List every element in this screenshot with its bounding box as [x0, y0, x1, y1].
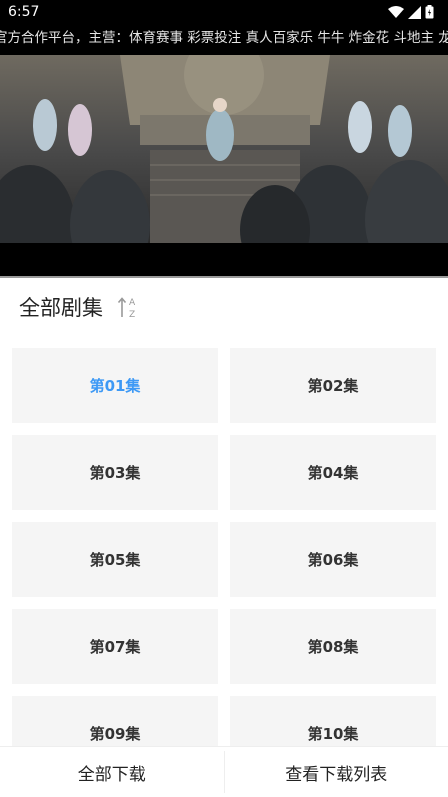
- marquee-text: 官方合作平台，主营：体育赛事 彩票投注 真人百家乐 牛牛 炸金花 斗地主 龙虎: [0, 27, 448, 49]
- download-all-button[interactable]: 全部下载: [0, 747, 224, 797]
- video-frame: [0, 55, 448, 243]
- wifi-icon: [388, 6, 404, 19]
- cellular-signal-icon: [408, 6, 421, 19]
- episode-item[interactable]: 第09集: [12, 696, 218, 746]
- episode-grid: 第01集 第02集 第03集 第04集 第05集 第06集 第07集 第08集 …: [12, 348, 436, 746]
- video-header: 6:57 官方合作平台，主营：体育赛事 彩票投注 真人百家乐 牛牛 炸金花 斗地…: [0, 0, 448, 278]
- episode-item[interactable]: 第02集: [230, 348, 436, 423]
- episode-item[interactable]: 第08集: [230, 609, 436, 684]
- video-player[interactable]: [0, 55, 448, 243]
- battery-icon: [425, 5, 434, 19]
- status-time: 6:57: [8, 4, 39, 20]
- episode-item[interactable]: 第04集: [230, 435, 436, 510]
- video-bottom-divider: [0, 276, 448, 278]
- episodes-title: 全部剧集: [19, 292, 103, 322]
- sort-az-icon[interactable]: A Z: [117, 295, 139, 319]
- episode-item[interactable]: 第05集: [12, 522, 218, 597]
- view-download-list-button[interactable]: 查看下载列表: [225, 747, 448, 797]
- status-bar: 6:57: [0, 0, 448, 26]
- episode-item[interactable]: 第07集: [12, 609, 218, 684]
- status-icons: [388, 5, 434, 19]
- svg-text:Z: Z: [129, 310, 135, 319]
- episode-item[interactable]: 第06集: [230, 522, 436, 597]
- episode-item[interactable]: 第10集: [230, 696, 436, 746]
- episode-item[interactable]: 第01集: [12, 348, 218, 423]
- svg-text:A: A: [129, 298, 136, 308]
- episode-item[interactable]: 第03集: [12, 435, 218, 510]
- announcement-marquee: 官方合作平台，主营：体育赛事 彩票投注 真人百家乐 牛牛 炸金花 斗地主 龙虎: [0, 27, 448, 49]
- bottom-action-bar: 全部下载 查看下载列表: [0, 746, 448, 797]
